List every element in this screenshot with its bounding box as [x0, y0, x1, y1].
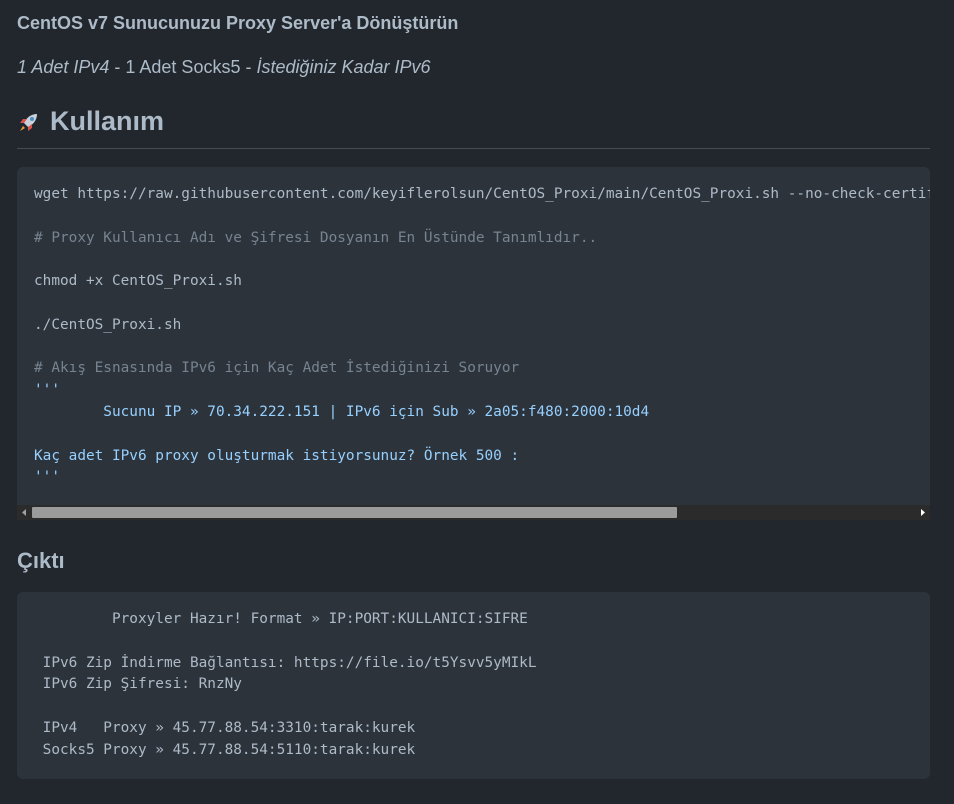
scrollbar-thumb[interactable] — [32, 507, 677, 518]
rocket-icon — [20, 113, 37, 131]
output-line-zip-password: IPv6 Zip Şifresi: RnzNy — [34, 676, 242, 693]
usage-heading: Kullanım — [17, 106, 164, 137]
code-line-quote-open: ''' — [34, 382, 60, 399]
output-line-ipv4-proxy: IPv4 Proxy » 45.77.88.54:3310:tarak:kure… — [34, 719, 416, 736]
scroll-right-arrow-icon[interactable] — [918, 508, 928, 517]
code-line-quote-close: ''' — [34, 469, 60, 486]
subtitle-ipv6: İstediğiniz Kadar IPv6 — [256, 57, 431, 77]
page-title: CentOS v7 Sunucunuzu Proxy Server'a Dönü… — [17, 13, 459, 33]
code-line-prompt: Kaç adet IPv6 proxy oluşturmak istiyorsu… — [34, 447, 520, 464]
scroll-left-arrow-icon[interactable] — [19, 508, 29, 517]
horizontal-scrollbar[interactable] — [17, 505, 930, 520]
output-line-ready: Proxyler Hazır! Format » IP:PORT:KULLANI… — [34, 611, 528, 627]
output-code-content: Proxyler Hazır! Format » IP:PORT:KULLANI… — [34, 609, 537, 762]
heading-divider — [17, 148, 930, 149]
output-line-zip-link: IPv6 Zip İndirme Bağlantısı: https://fil… — [34, 654, 537, 671]
output-heading: Çıktı — [17, 548, 65, 573]
subtitle-socks5: - 1 Adet Socks5 - — [109, 57, 257, 77]
code-line-server-ip: Sucunu IP » 70.34.222.151 | IPv6 için Su… — [34, 403, 650, 420]
code-line-chmod: chmod +x CentOS_Proxi.sh — [34, 273, 242, 290]
output-code-block[interactable]: Proxyler Hazır! Format » IP:PORT:KULLANI… — [17, 592, 930, 779]
code-line-run: ./CentOS_Proxi.sh — [34, 316, 182, 333]
usage-code-block[interactable]: wget https://raw.githubusercontent.com/k… — [17, 167, 930, 520]
subtitle: 1 Adet IPv4 - 1 Adet Socks5 - İstediğini… — [17, 57, 431, 78]
code-line-comment-credentials: # Proxy Kullanıcı Adı ve Şifresi Dosyanı… — [34, 229, 598, 246]
subtitle-ipv4: 1 Adet IPv4 — [17, 57, 110, 77]
usage-code-content: wget https://raw.githubusercontent.com/k… — [34, 184, 930, 489]
code-line-wget: wget https://raw.githubusercontent.com/k… — [34, 186, 930, 202]
output-line-socks5-proxy: Socks5 Proxy » 45.77.88.54:5110:tarak:ku… — [34, 741, 416, 758]
usage-heading-text: Kullanım — [50, 106, 165, 136]
code-line-comment-ipv6: # Akış Esnasında IPv6 için Kaç Adet İste… — [34, 360, 520, 377]
